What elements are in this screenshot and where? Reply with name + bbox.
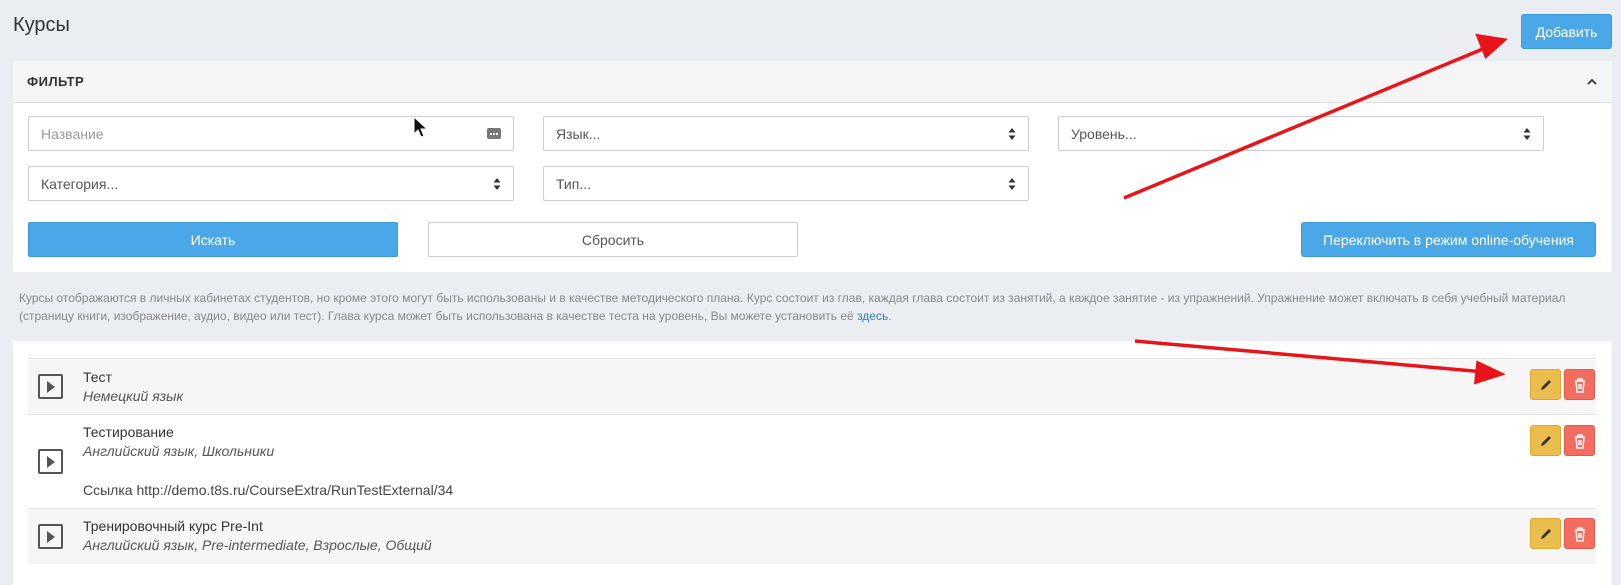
help-text: Курсы отображаются в личных кабинетах ст… [19, 289, 1604, 325]
search-button[interactable]: Искать [28, 222, 398, 257]
course-meta: Немецкий язык [83, 388, 184, 404]
delete-button[interactable] [1564, 369, 1595, 400]
play-icon[interactable] [38, 524, 63, 549]
pencil-icon [1540, 379, 1551, 390]
filter-panel: ФИЛЬТР Название Язык... Уровень... Катег… [13, 61, 1612, 272]
trash-icon [1574, 526, 1585, 542]
course-row[interactable]: Тест Немецкий язык [28, 358, 1596, 414]
reset-button[interactable]: Сбросить [428, 222, 798, 257]
course-row[interactable]: Тренировочный курс Pre-Int Английский яз… [28, 508, 1596, 564]
filter-header[interactable]: ФИЛЬТР [13, 61, 1612, 103]
cursor-icon [413, 116, 429, 138]
sort-arrows-icon [493, 177, 501, 190]
add-button[interactable]: Добавить [1521, 14, 1612, 49]
pencil-icon [1540, 435, 1551, 446]
course-name: Тест [83, 369, 112, 385]
level-value: Уровень... [1071, 125, 1137, 142]
dots-icon [487, 128, 501, 139]
help-body: Курсы отображаются в личных кабинетах ст… [19, 291, 1566, 323]
help-end: . [888, 309, 892, 323]
course-meta: Английский язык, Pre-intermediate, Взрос… [83, 537, 432, 553]
level-select[interactable]: Уровень... [1058, 116, 1544, 151]
page-title: Курсы [13, 14, 70, 36]
trash-icon [1574, 433, 1585, 449]
sort-arrows-icon [1523, 127, 1531, 140]
course-name: Тренировочный курс Pre-Int [83, 518, 263, 534]
edit-button[interactable] [1530, 425, 1561, 456]
language-value: Язык... [556, 125, 601, 142]
edit-button[interactable] [1530, 518, 1561, 549]
here-link[interactable]: здесь [857, 309, 888, 323]
online-mode-button[interactable]: Переключить в режим online-обучения [1301, 222, 1596, 257]
filter-title: ФИЛЬТР [27, 74, 85, 89]
trash-icon [1574, 377, 1585, 393]
language-select[interactable]: Язык... [543, 116, 1029, 151]
category-select[interactable]: Категория... [28, 166, 514, 201]
sort-arrows-icon [1008, 127, 1016, 140]
chevron-up-icon[interactable] [1586, 76, 1598, 88]
play-icon[interactable] [38, 449, 63, 474]
sort-arrows-icon [1008, 177, 1016, 190]
course-meta: Английский язык, Школьники [83, 443, 275, 459]
course-name: Тестирование [83, 424, 174, 440]
type-value: Тип... [556, 175, 592, 192]
delete-button[interactable] [1564, 518, 1595, 549]
pencil-icon [1540, 528, 1551, 539]
edit-button[interactable] [1530, 369, 1561, 400]
delete-button[interactable] [1564, 425, 1595, 456]
name-input[interactable]: Название [28, 116, 514, 151]
play-icon[interactable] [38, 374, 63, 399]
course-test-link[interactable]: Ссылка http://demo.t8s.ru/CourseExtra/Ru… [83, 482, 453, 498]
category-value: Категория... [41, 175, 119, 192]
course-list: Тест Немецкий язык Тестирование Английск… [13, 341, 1612, 585]
type-select[interactable]: Тип... [543, 166, 1029, 201]
course-row[interactable]: Тестирование Английский язык, Школьники … [28, 414, 1596, 508]
